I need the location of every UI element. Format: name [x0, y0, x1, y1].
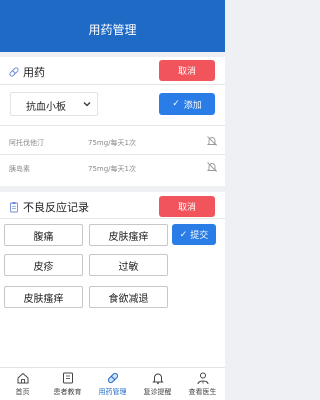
bottom-tab-bar: 首页 患者教育 用药管理 复诊提醒 查看医生 [0, 367, 225, 400]
symptom-tag[interactable]: 皮肤瘙痒 [4, 286, 83, 308]
add-medication-button[interactable]: ✓ 添加 [159, 93, 215, 115]
clipboard-icon [8, 201, 20, 213]
symptom-tag[interactable]: 食欲减退 [89, 286, 168, 308]
tab-label: 首页 [15, 388, 30, 396]
tab-medication-management[interactable]: 用药管理 [90, 368, 135, 400]
medication-card: 用药 取消 抗血小板 ✓ 添加 阿托伐他汀 75mg/每天1次 胰岛素 75mg… [0, 57, 225, 186]
divider [0, 125, 225, 126]
bell-off-icon[interactable] [206, 161, 218, 173]
medication-name: 胰岛素 [9, 165, 30, 173]
chevron-down-icon [82, 99, 92, 109]
submit-button[interactable]: ✓ 提交 [172, 224, 216, 245]
medication-title-label: 用药 [23, 66, 45, 79]
medication-category-select[interactable]: 抗血小板 [10, 92, 98, 116]
medication-dose: 75mg/每天1次 [88, 139, 136, 147]
check-icon: ✓ [172, 99, 180, 109]
pill-icon [8, 66, 20, 78]
medication-row: 阿托伐他汀 75mg/每天1次 [0, 132, 225, 152]
tab-label: 复诊提醒 [143, 388, 172, 396]
symptom-tag[interactable]: 皮肤瘙痒 [89, 224, 168, 246]
medication-dose: 75mg/每天1次 [88, 165, 136, 173]
adverse-reaction-card: 不良反应记录 取消 腹痛 皮肤瘙痒 ✓ 提交 皮疹 过敏 皮肤瘙痒 食欲减退 [0, 192, 225, 367]
tab-view-doctor[interactable]: 查看医生 [180, 368, 225, 400]
submit-label: 提交 [190, 231, 209, 241]
symptom-tag[interactable]: 腹痛 [4, 224, 83, 246]
medication-cancel-button[interactable]: 取消 [159, 60, 215, 81]
tab-patient-education[interactable]: 患者教育 [45, 368, 90, 400]
adverse-title-label: 不良反应记录 [23, 201, 89, 214]
symptom-tag[interactable]: 皮疹 [4, 254, 83, 276]
tab-label: 用药管理 [98, 388, 127, 396]
medication-row: 胰岛素 75mg/每天1次 [0, 158, 225, 178]
bell-off-icon[interactable] [206, 135, 218, 147]
divider [0, 218, 225, 219]
tab-label: 查看医生 [188, 388, 217, 396]
tab-follow-up-reminder[interactable]: 复诊提醒 [135, 368, 180, 400]
check-icon: ✓ [179, 229, 188, 240]
divider [0, 84, 225, 85]
home-icon [17, 372, 28, 384]
select-value: 抗血小板 [26, 102, 66, 113]
tab-label: 患者教育 [53, 388, 82, 396]
adverse-cancel-button[interactable]: 取消 [159, 196, 215, 217]
page-title: 用药管理 [88, 23, 137, 37]
add-label: 添加 [183, 100, 202, 111]
divider [0, 154, 225, 155]
doctor-icon [197, 372, 208, 385]
medication-section-title: 用药 [8, 64, 45, 80]
bell-icon [151, 373, 164, 385]
symptom-tag[interactable]: 过敏 [89, 254, 168, 276]
book-icon [62, 372, 73, 384]
pill-icon [107, 372, 118, 384]
adverse-section-title: 不良反应记录 [8, 199, 89, 215]
medication-name: 阿托伐他汀 [9, 139, 44, 147]
app-header: 用药管理 [0, 0, 225, 52]
tab-home[interactable]: 首页 [0, 368, 45, 400]
